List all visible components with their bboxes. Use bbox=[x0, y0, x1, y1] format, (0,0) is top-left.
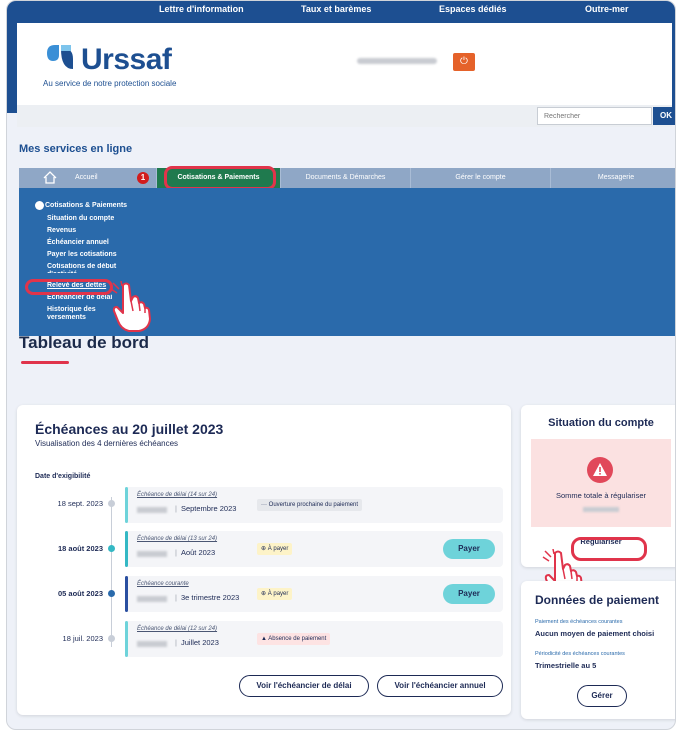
menu-historique-versements[interactable]: Historique des versements bbox=[47, 306, 117, 322]
pay-button[interactable]: Payer bbox=[443, 584, 495, 604]
topnav-taux[interactable]: Taux et barèmes bbox=[301, 4, 371, 14]
logo-tagline: Au service de notre protection sociale bbox=[43, 79, 177, 88]
dropdown-heading[interactable]: Cotisations & Paiements bbox=[45, 202, 165, 210]
home-icon bbox=[43, 171, 57, 184]
dashboard-title-underline bbox=[21, 361, 69, 364]
header-panel: Urssaf Au service de notre protection so… bbox=[17, 23, 672, 105]
row-date: 18 sept. 2023 bbox=[57, 499, 103, 508]
row-type: Échéance courante bbox=[137, 581, 189, 587]
services-title: Mes services en ligne bbox=[19, 143, 133, 155]
view-delai-schedule-button[interactable]: Voir l'échéancier de délai bbox=[239, 675, 369, 697]
status-badge: ⊕ À payer bbox=[257, 543, 293, 555]
row-date: 18 août 2023 bbox=[57, 544, 103, 553]
status-badge: ··· Ouverture prochaine du paiement bbox=[257, 499, 363, 511]
row-type: Échéance de délai (13 sur 24) bbox=[137, 536, 218, 542]
site-header: Lettre d'information Taux et barèmes Esp… bbox=[7, 1, 675, 127]
row-period: Août 2023 bbox=[175, 548, 215, 557]
row-status-bar bbox=[125, 576, 128, 612]
back-circle-icon bbox=[35, 201, 44, 210]
urssaf-logo-icon bbox=[47, 45, 73, 69]
tab-accueil[interactable]: Accueil 1 bbox=[19, 168, 157, 188]
paiement-label-1: Paiement des échéances courantes bbox=[535, 619, 623, 625]
menu-situation-compte[interactable]: Situation du compte bbox=[47, 215, 127, 223]
power-icon: ⏻ bbox=[460, 56, 468, 67]
logout-button[interactable]: ⏻ bbox=[453, 53, 475, 71]
paiement-card: Données de paiement Paiement des échéanc… bbox=[521, 581, 675, 719]
paiement-value-1: Aucun moyen de paiement choisi bbox=[535, 629, 655, 638]
timeline-dot bbox=[108, 545, 115, 552]
pointing-hand-icon bbox=[110, 281, 151, 332]
amount-blurred bbox=[583, 507, 619, 512]
tab-gerer-compte[interactable]: Gérer le compte bbox=[411, 168, 551, 188]
amount-blurred bbox=[137, 507, 167, 513]
menu-echeancier-annuel[interactable]: Échéancier annuel bbox=[47, 239, 127, 247]
situation-title: Situation du compte bbox=[548, 417, 654, 429]
date-column-header: Date d'exigibilité bbox=[35, 473, 91, 480]
echeance-row[interactable]: Échéance de délai (12 sur 24) Juillet 20… bbox=[125, 621, 503, 657]
echeance-row[interactable]: Échéance de délai (13 sur 24) Août 2023 … bbox=[125, 531, 503, 567]
gerer-button[interactable]: Gérer bbox=[577, 685, 627, 707]
row-date: 18 juil. 2023 bbox=[62, 634, 103, 643]
row-type: Échéance de délai (12 sur 24) bbox=[137, 626, 218, 632]
pay-button[interactable]: Payer bbox=[443, 539, 495, 559]
topnav-lettre[interactable]: Lettre d'information bbox=[159, 4, 244, 14]
warning-icon bbox=[587, 457, 613, 483]
situation-label: Somme totale à régulariser bbox=[555, 491, 647, 500]
row-period: Septembre 2023 bbox=[175, 504, 236, 513]
timeline-dot bbox=[108, 635, 115, 642]
row-type: Échéance de délai (14 sur 24) bbox=[137, 492, 218, 498]
amount-blurred bbox=[137, 641, 167, 647]
echeance-row[interactable]: Échéance de délai (14 sur 24) Septembre … bbox=[125, 487, 503, 523]
row-status-bar bbox=[125, 487, 128, 523]
services-tabs: Accueil 1 Cotisations & Paiements Docume… bbox=[19, 168, 675, 188]
row-period: 3e trimestre 2023 bbox=[175, 593, 239, 602]
echeances-title: Échéances au 20 juillet 2023 bbox=[35, 421, 224, 437]
top-navigation: Lettre d'information Taux et barèmes Esp… bbox=[7, 4, 675, 18]
search-bar: OK bbox=[17, 105, 675, 127]
tab-accueil-label: Accueil bbox=[75, 174, 98, 181]
menu-revenus[interactable]: Revenus bbox=[47, 227, 127, 235]
row-status-bar bbox=[125, 621, 128, 657]
timeline-dot bbox=[108, 590, 115, 597]
menu-cotisations-debut[interactable]: Cotisations de début d'activité bbox=[47, 263, 127, 273]
logo-name: Urssaf bbox=[81, 43, 172, 76]
browser-frame: Lettre d'information Taux et barèmes Esp… bbox=[6, 0, 676, 730]
paiement-label-2: Périodicité des échéances courantes bbox=[535, 651, 625, 657]
row-period: Juillet 2023 bbox=[175, 638, 219, 647]
menu-payer-cotisations[interactable]: Payer les cotisations bbox=[47, 251, 127, 259]
menu-highlight-circle bbox=[25, 279, 113, 295]
echeances-subtitle: Visualisation des 4 dernières échéances bbox=[35, 439, 179, 448]
paiement-title: Données de paiement bbox=[535, 593, 660, 607]
amount-blurred bbox=[137, 596, 167, 602]
echeances-card: Échéances au 20 juillet 2023 Visualisati… bbox=[17, 405, 511, 715]
status-badge: ▲ Absence de paiement bbox=[257, 633, 331, 645]
search-input[interactable] bbox=[537, 107, 652, 125]
timeline-line bbox=[111, 497, 112, 647]
row-date: 05 août 2023 bbox=[57, 589, 103, 598]
amount-blurred bbox=[137, 551, 167, 557]
dashboard-title: Tableau de bord bbox=[19, 333, 150, 352]
row-status-bar bbox=[125, 531, 128, 567]
status-badge: ⊕ À payer bbox=[257, 588, 293, 600]
topnav-espaces[interactable]: Espaces dédiés bbox=[439, 4, 507, 14]
paiement-value-2: Trimestrielle au 5 bbox=[535, 661, 597, 670]
tab-messagerie[interactable]: Messagerie bbox=[551, 168, 675, 188]
notification-badge: 1 bbox=[137, 172, 149, 184]
timeline-dot bbox=[108, 500, 115, 507]
tab-highlight-circle bbox=[164, 166, 276, 190]
user-name-blurred bbox=[357, 58, 437, 64]
topnav-outre-mer[interactable]: Outre-mer bbox=[585, 4, 629, 14]
search-ok-button[interactable]: OK bbox=[653, 107, 675, 125]
tab-documents[interactable]: Documents & Démarches bbox=[281, 168, 411, 188]
view-annual-schedule-button[interactable]: Voir l'échéancier annuel bbox=[377, 675, 503, 697]
echeance-row[interactable]: Échéance courante 3e trimestre 2023 ⊕ À … bbox=[125, 576, 503, 612]
situation-alert-box: Somme totale à régulariser bbox=[531, 439, 671, 527]
